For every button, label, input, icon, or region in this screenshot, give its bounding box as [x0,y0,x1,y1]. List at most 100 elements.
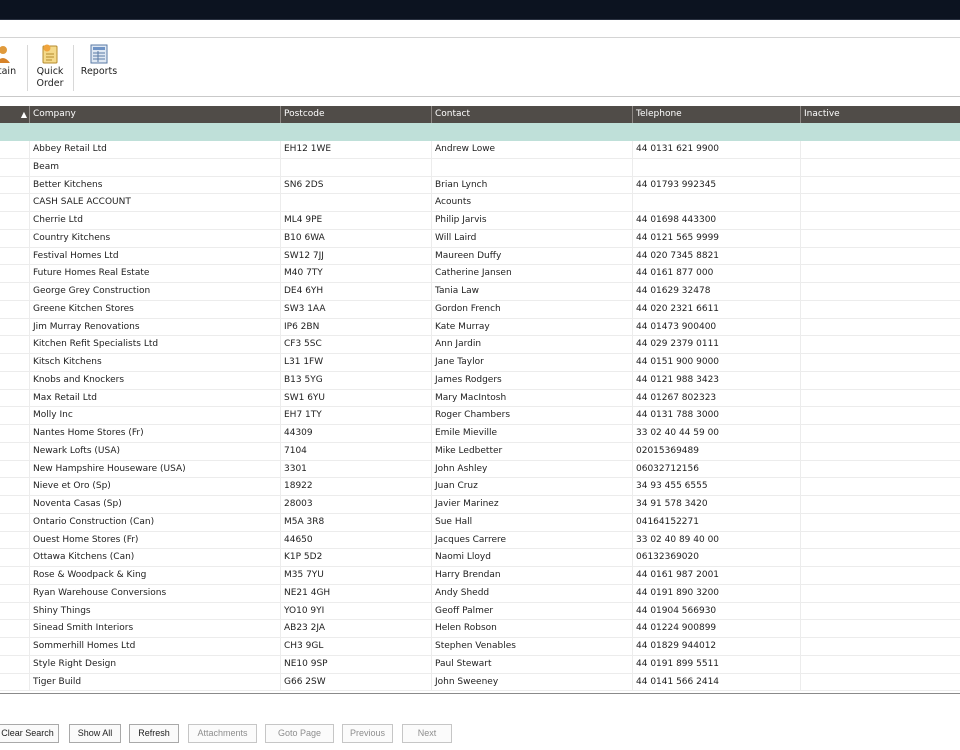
column-header-contact[interactable]: Contact [431,106,632,123]
row-selector[interactable] [0,567,29,585]
table-row[interactable]: Abbey Retail Ltd EH12 1WE Andrew Lowe 44 01… [0,141,960,159]
column-header-selector[interactable]: ▲ [0,106,29,123]
table-row[interactable]: Newark Lofts (USA) 7104 Mike Ledbetter 0201… [0,442,960,461]
sort-ascending-icon[interactable]: ▲ [21,106,29,123]
row-selector[interactable] [0,354,29,372]
table-row[interactable]: New Hampshire Houseware (USA) 3301 John As… [0,460,960,479]
row-selector[interactable] [0,478,29,496]
cell-postcode: SW12 7JJ [280,247,431,266]
table-row[interactable]: Max Retail Ltd SW1 6YU Mary MacIntosh 44 01… [0,389,960,408]
row-selector[interactable] [0,141,29,159]
table-row[interactable]: George Grey Construction DE4 6YH Tania Law… [0,283,960,301]
row-selector[interactable] [0,549,29,567]
cell-telephone: 02015369489 [632,442,800,461]
table-row[interactable]: Future Homes Real Estate M40 7TY Catherine… [0,265,960,283]
next-button[interactable]: Next [402,724,452,743]
cell-telephone: 44 0121 988 3423 [632,371,800,390]
table-row[interactable]: Sommerhill Homes Ltd CH3 9GL Stephen Venab… [0,638,960,656]
row-selector[interactable] [0,283,29,301]
show-all-button[interactable]: Show All [69,724,121,743]
cell-contact: Catherine Jansen [431,265,632,283]
column-header-postcode[interactable]: Postcode [280,106,431,123]
cell-postcode: M40 7TY [280,265,431,283]
row-selector[interactable] [0,177,29,195]
row-selector[interactable] [0,372,29,390]
row-selector[interactable] [0,603,29,621]
row-selector[interactable] [0,620,29,638]
reports-button[interactable]: Reports [79,43,119,78]
table-row[interactable]: Ryan Warehouse Conversions NE21 4GH Andy S… [0,584,960,603]
maintain-button[interactable]: tain [0,43,22,78]
table-row[interactable]: Sinead Smith Interiors AB23 2JA Helen Robs… [0,620,960,638]
cell-telephone: 33 02 40 89 40 00 [632,531,800,550]
table-row[interactable]: Shiny Things YO10 9YI Geoff Palmer 44 01904… [0,602,960,621]
row-selector[interactable] [0,425,29,443]
row-selector[interactable] [0,265,29,283]
previous-button[interactable]: Previous [342,724,393,743]
row-selector[interactable] [0,390,29,408]
grid-rows: Abbey Retail Ltd EH12 1WE Andrew Lowe 44 01… [0,141,960,692]
table-row[interactable]: Ouest Home Stores (Fr) 44650 Jacques Carre… [0,531,960,550]
table-row[interactable]: Molly Inc EH7 1TY Roger Chambers 44 0131 78… [0,407,960,425]
table-row[interactable]: CASH SALE ACCOUNT Acounts [0,194,960,212]
quick-order-button[interactable]: Quick Order [33,43,67,90]
table-row[interactable]: Tiger Build G66 2SW John Sweeney 44 0141 56… [0,673,960,692]
row-selector[interactable] [0,248,29,266]
table-row[interactable]: Rose & Woodpack & King M35 7YU Harry Brend… [0,567,960,585]
table-row[interactable]: Kitchen Refit Specialists Ltd CF3 5SC Ann … [0,336,960,354]
row-selector[interactable] [0,656,29,674]
table-row[interactable]: Style Right Design NE10 9SP Paul Stewart 44… [0,655,960,674]
table-row[interactable]: Nantes Home Stores (Fr) 44309 Emile Mievil… [0,425,960,443]
attachments-button[interactable]: Attachments [188,724,257,743]
cell-company: Knobs and Knockers [29,371,280,390]
row-selector[interactable] [0,230,29,248]
row-selector[interactable] [0,443,29,461]
table-row[interactable]: Festival Homes Ltd SW12 7JJ Maureen Duffy 4… [0,247,960,266]
clear-search-button[interactable]: Clear Search [0,724,59,743]
row-selector[interactable] [0,585,29,603]
filter-row[interactable] [0,123,960,141]
row-selector[interactable] [0,212,29,230]
row-selector[interactable] [0,159,29,177]
cell-contact: Harry Brendan [431,567,632,585]
column-header-company[interactable]: Company [29,106,280,123]
cell-contact: Stephen Venables [431,638,632,656]
row-selector[interactable] [0,496,29,514]
row-selector[interactable] [0,319,29,337]
cell-postcode: L31 1FW [280,354,431,372]
table-row[interactable]: Ontario Construction (Can) M5A 3R8 Sue Hal… [0,513,960,532]
row-selector[interactable] [0,532,29,550]
column-header-inactive[interactable]: Inactive [800,106,960,123]
cell-telephone: 44 029 2379 0111 [632,336,800,354]
row-selector[interactable] [0,514,29,532]
row-selector[interactable] [0,301,29,319]
cell-company: Festival Homes Ltd [29,247,280,266]
row-selector[interactable] [0,407,29,425]
table-row[interactable]: Beam [0,158,960,177]
goto-page-button[interactable]: Goto Page [265,724,334,743]
table-row[interactable]: Country Kitchens B10 6WA Will Laird 44 0121… [0,229,960,248]
cell-telephone: 44 020 2321 6611 [632,300,800,319]
cell-contact: John Sweeney [431,673,632,692]
table-row[interactable]: Cherrie Ltd ML4 9PE Philip Jarvis 44 01698 … [0,212,960,230]
table-row[interactable]: Noventa Casas (Sp) 28003 Javier Marinez 34 … [0,496,960,514]
row-selector[interactable] [0,336,29,354]
table-row[interactable]: Greene Kitchen Stores SW3 1AA Gordon Frenc… [0,300,960,319]
cell-inactive [800,602,960,621]
row-selector[interactable] [0,674,29,692]
table-row[interactable]: Better Kitchens SN6 2DS Brian Lynch 44 0179… [0,176,960,195]
table-row[interactable]: Kitsch Kitchens L31 1FW Jane Taylor 44 0151… [0,354,960,372]
table-row[interactable]: Jim Murray Renovations IP6 2BN Kate Murray… [0,318,960,337]
cell-company: Jim Murray Renovations [29,318,280,337]
row-selector[interactable] [0,638,29,656]
row-selector[interactable] [0,461,29,479]
column-header-telephone[interactable]: Telephone [632,106,800,123]
refresh-button[interactable]: Refresh [129,724,179,743]
table-row[interactable]: Ottawa Kitchens (Can) K1P 5D2 Naomi Lloyd 0… [0,549,960,567]
cell-telephone: 44 0151 900 9000 [632,354,800,372]
cell-contact [431,158,632,177]
table-row[interactable]: Nieve et Oro (Sp) 18922 Juan Cruz 34 93 455… [0,478,960,496]
row-selector[interactable] [0,194,29,212]
table-row[interactable]: Knobs and Knockers B13 5YG James Rodgers 44… [0,371,960,390]
cell-postcode: EH7 1TY [280,407,431,425]
